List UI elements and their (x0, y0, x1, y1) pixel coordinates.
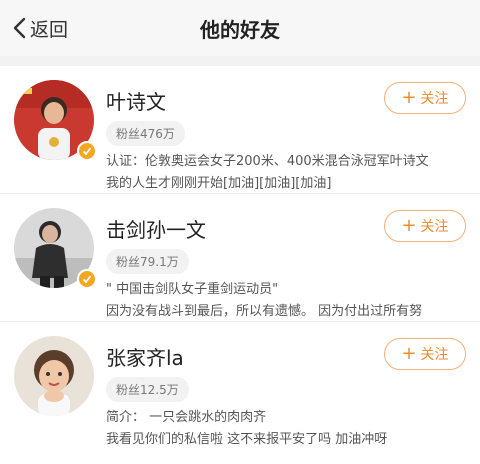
fans-count: 粉丝12.5万 (106, 377, 189, 402)
back-label: 返回 (30, 18, 69, 41)
follow-label: 关注 (420, 219, 449, 235)
friend-name[interactable]: 叶诗文 (106, 86, 166, 115)
avatar-image (14, 336, 94, 416)
description-line: 因为没有战斗到最后，所以有遗憾。 因为付出过所有努 (106, 304, 423, 319)
fans-count: 粉丝476万 (106, 121, 185, 146)
description-line: 我看见你们的私信啦 这不来报平安了吗 加油冲呀 (106, 432, 388, 447)
friend-item[interactable]: 张家齐la 粉丝12.5万 简介： 一只会跳水的肉肉齐 我看见你们的私信啦 这不… (0, 322, 480, 450)
friend-list: 叶诗文 粉丝476万 认证：伦敦奥运会女子200米、400米混合泳冠军叶诗文 我… (0, 66, 480, 450)
divider (0, 56, 480, 66)
description-line: 简介： 一只会跳水的肉肉齐 (106, 410, 267, 425)
friend-name[interactable]: 击剑孙一文 (106, 214, 206, 243)
follow-label: 关注 (420, 347, 449, 363)
plus-icon: + (401, 215, 417, 236)
back-button[interactable]: 返回 (12, 14, 68, 42)
friend-description: 简介： 一只会跳水的肉肉齐 我看见你们的私信啦 这不来报平安了吗 加油冲呀 (106, 407, 470, 451)
plus-icon: + (401, 343, 417, 364)
follow-button[interactable]: + 关注 (384, 210, 466, 242)
page-title: 他的好友 (200, 17, 280, 42)
friend-name[interactable]: 张家齐la (106, 342, 184, 371)
description-line: 认证：伦敦奥运会女子200米、400米混合泳冠军叶诗文 (106, 154, 429, 169)
follow-label: 关注 (420, 91, 449, 107)
friend-item[interactable]: 击剑孙一文 粉丝79.1万 " 中国击剑队女子重剑运动员" 因为没有战斗到最后，… (0, 194, 480, 322)
plus-icon: + (401, 87, 417, 108)
description-line: 我的人生才刚刚开始[加油][加油][加油] (106, 176, 332, 191)
friend-item[interactable]: 叶诗文 粉丝476万 认证：伦敦奥运会女子200米、400米混合泳冠军叶诗文 我… (0, 66, 480, 194)
verified-badge-icon (77, 141, 97, 161)
avatar[interactable] (14, 336, 94, 416)
fans-count: 粉丝79.1万 (106, 249, 189, 274)
friend-description: " 中国击剑队女子重剑运动员" 因为没有战斗到最后，所以有遗憾。 因为付出过所有… (106, 279, 470, 323)
follow-button[interactable]: + 关注 (384, 82, 466, 114)
description-line: " 中国击剑队女子重剑运动员" (106, 282, 279, 297)
top-bar: 返回 他的好友 (0, 0, 480, 56)
verified-badge-icon (77, 269, 97, 289)
chevron-left-icon (13, 17, 26, 39)
follow-button[interactable]: + 关注 (384, 338, 466, 370)
friend-description: 认证：伦敦奥运会女子200米、400米混合泳冠军叶诗文 我的人生才刚刚开始[加油… (106, 151, 470, 195)
